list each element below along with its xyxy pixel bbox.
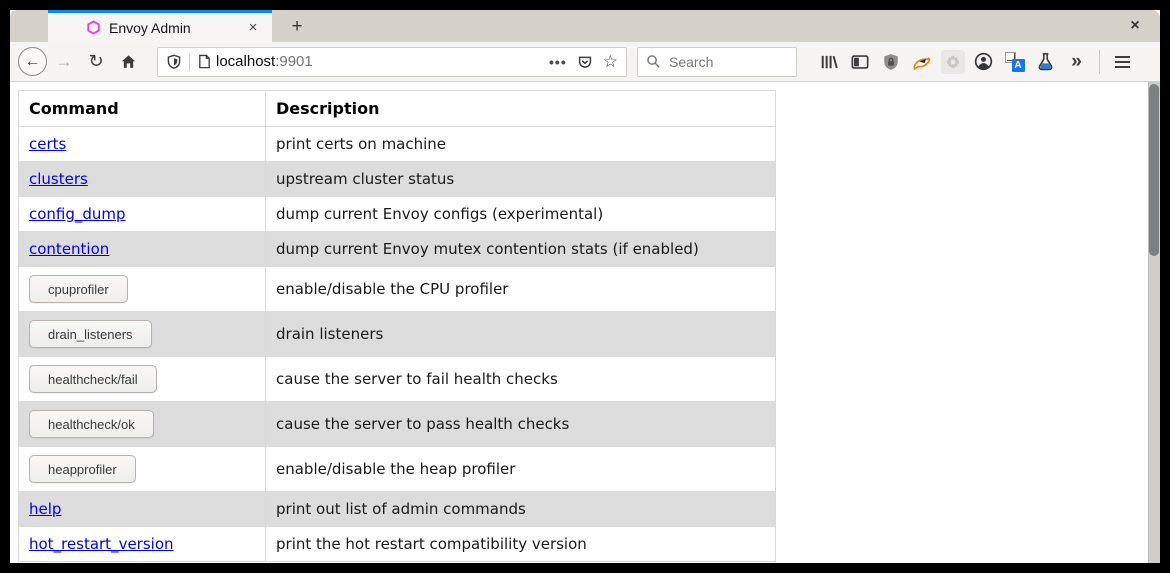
new-tab-button[interactable]: + bbox=[284, 14, 310, 40]
url-bar[interactable]: localhost:9901 ••• ☆ bbox=[157, 47, 627, 77]
tab-bar: Envoy Admin × + × bbox=[10, 10, 1160, 42]
browser-window: Envoy Admin × + × ← → ↻ bbox=[10, 10, 1160, 563]
command-cell: config_dump bbox=[19, 197, 266, 232]
page-info-icon[interactable] bbox=[197, 54, 212, 69]
table-row: cpuprofiler enable/disable the CPU profil… bbox=[19, 267, 776, 312]
command-cell: contention bbox=[19, 232, 266, 267]
overflow-menu-icon[interactable]: » bbox=[1061, 47, 1092, 77]
command-button[interactable]: healthcheck/fail bbox=[29, 365, 157, 393]
table-header-row: Command Description bbox=[19, 91, 776, 127]
sidebar-icon[interactable] bbox=[844, 47, 875, 77]
command-button[interactable]: drain_listeners bbox=[29, 320, 152, 348]
tracking-protection-shield-icon[interactable] bbox=[166, 54, 182, 70]
description-cell: print out list of admin commands bbox=[266, 492, 776, 527]
table-row: clusters upstream cluster status bbox=[19, 162, 776, 197]
command-cell: healthcheck/ok bbox=[19, 402, 266, 447]
command-cell: certs bbox=[19, 127, 266, 162]
tab-title: Envoy Admin bbox=[109, 20, 242, 36]
command-cell: cpuprofiler bbox=[19, 267, 266, 312]
navigation-toolbar: ← → ↻ localhost:9901 bbox=[10, 42, 1160, 82]
fox-extension-icon[interactable] bbox=[906, 47, 937, 77]
command-link[interactable]: clusters bbox=[29, 170, 88, 188]
table-row: hot_restart_version print the hot restart… bbox=[19, 527, 776, 562]
shield-lock-extension-icon[interactable] bbox=[875, 47, 906, 77]
description-cell: print certs on machine bbox=[266, 127, 776, 162]
command-link[interactable]: contention bbox=[29, 240, 109, 258]
command-link[interactable]: certs bbox=[29, 135, 66, 153]
url-host: localhost bbox=[216, 53, 275, 70]
description-cell: drain listeners bbox=[266, 312, 776, 357]
description-cell: print the hot restart compatibility vers… bbox=[266, 527, 776, 562]
screenshot-root: { "chrome": { "tab": { "title": "Envoy A… bbox=[0, 0, 1170, 573]
forward-button: → bbox=[49, 47, 79, 77]
tab-envoy-admin[interactable]: Envoy Admin × bbox=[48, 10, 272, 42]
page-actions-icon[interactable]: ••• bbox=[549, 54, 567, 70]
envoy-favicon-icon bbox=[86, 20, 101, 35]
description-cell: dump current Envoy configs (experimental… bbox=[266, 197, 776, 232]
tab-close-icon[interactable]: × bbox=[242, 17, 264, 39]
url-port: :9901 bbox=[275, 53, 313, 70]
command-table-body: certs print certs on machine clusters upstr… bbox=[19, 127, 776, 562]
command-cell: clusters bbox=[19, 162, 266, 197]
toolbar-icons: A » bbox=[813, 47, 1138, 77]
command-button[interactable]: cpuprofiler bbox=[29, 275, 128, 303]
library-icon[interactable] bbox=[813, 47, 844, 77]
command-cell: heapprofiler bbox=[19, 447, 266, 492]
back-button[interactable]: ← bbox=[18, 47, 47, 76]
command-cell: drain_listeners bbox=[19, 312, 266, 357]
hamburger-menu-icon[interactable] bbox=[1107, 47, 1138, 77]
translate-extension-icon[interactable]: A bbox=[999, 47, 1030, 77]
table-row: healthcheck/fail cause the server to fail… bbox=[19, 357, 776, 402]
description-column-header: Description bbox=[266, 91, 776, 127]
flask-extension-icon[interactable] bbox=[1030, 47, 1061, 77]
table-row: contention dump current Envoy mutex conte… bbox=[19, 232, 776, 267]
urlbar-separator bbox=[189, 53, 190, 71]
command-link[interactable]: config_dump bbox=[29, 205, 126, 223]
toolbar-separator bbox=[1099, 50, 1100, 74]
command-link[interactable]: help bbox=[29, 500, 61, 518]
table-row: certs print certs on machine bbox=[19, 127, 776, 162]
description-cell: cause the server to fail health checks bbox=[266, 357, 776, 402]
command-cell: healthcheck/fail bbox=[19, 357, 266, 402]
command-cell: help bbox=[19, 492, 266, 527]
home-button[interactable] bbox=[113, 47, 143, 77]
window-close-icon[interactable]: × bbox=[1122, 13, 1148, 39]
table-row: config_dump dump current Envoy configs (e… bbox=[19, 197, 776, 232]
table-row: help print out list of admin commands bbox=[19, 492, 776, 527]
command-column-header: Command bbox=[19, 91, 266, 127]
search-bar[interactable] bbox=[637, 47, 797, 77]
command-button[interactable]: healthcheck/ok bbox=[29, 410, 154, 438]
disabled-extension-icon[interactable] bbox=[937, 47, 968, 77]
search-input[interactable] bbox=[667, 53, 788, 71]
command-button[interactable]: heapprofiler bbox=[29, 455, 136, 483]
table-row: drain_listeners drain listeners bbox=[19, 312, 776, 357]
command-cell: hot_restart_version bbox=[19, 527, 266, 562]
table-row: heapprofiler enable/disable the heap prof… bbox=[19, 447, 776, 492]
reload-button[interactable]: ↻ bbox=[81, 47, 111, 77]
description-cell: dump current Envoy mutex contention stat… bbox=[266, 232, 776, 267]
page-scrollbar[interactable] bbox=[1148, 82, 1160, 563]
description-cell: enable/disable the heap profiler bbox=[266, 447, 776, 492]
description-cell: cause the server to pass health checks bbox=[266, 402, 776, 447]
table-row: healthcheck/ok cause the server to pass h… bbox=[19, 402, 776, 447]
description-cell: upstream cluster status bbox=[266, 162, 776, 197]
command-link[interactable]: hot_restart_version bbox=[29, 535, 174, 553]
bookmark-star-icon[interactable]: ☆ bbox=[603, 52, 618, 72]
admin-command-table: Command Description certs print certs on … bbox=[18, 90, 776, 562]
account-icon[interactable] bbox=[968, 47, 999, 77]
description-cell: enable/disable the CPU profiler bbox=[266, 267, 776, 312]
scrollbar-thumb[interactable] bbox=[1149, 84, 1159, 256]
url-text[interactable]: localhost:9901 bbox=[216, 53, 549, 70]
search-icon bbox=[646, 54, 661, 69]
page-content: Command Description certs print certs on … bbox=[10, 82, 1160, 563]
pocket-icon[interactable] bbox=[577, 54, 593, 70]
